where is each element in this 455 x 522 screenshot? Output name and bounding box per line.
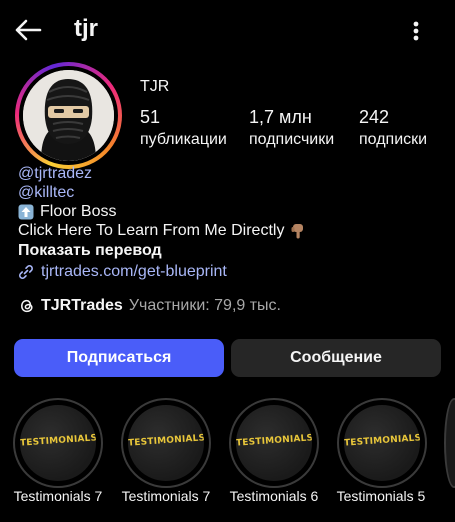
up-arrow-emoji-icon [18,204,34,220]
highlight-cover: TESTIMONIALS [344,405,420,481]
highlight-item[interactable]: TESTIMONIALS [229,398,319,488]
highlight-cover-text: TESTIMONIALS [236,433,312,449]
link-icon [19,265,33,279]
pointing-down-hand-icon [291,224,304,239]
stat-following-label[interactable]: подписки [359,131,427,149]
stat-followers-label[interactable]: подписчики [249,131,334,149]
highlight-item[interactable]: TESTIMONIALS [121,398,211,488]
kebab-menu-icon[interactable] [404,16,428,46]
highlight-cover-text: TESTIMONIALS [344,433,420,449]
highlight-label[interactable]: Testimonials 6 [222,488,326,504]
bio-line-2: Click Here To Learn From Me Directly [18,222,308,240]
arrow-left-icon[interactable] [12,14,44,46]
bio-mention-killtec[interactable]: @killtec [18,184,74,202]
bio-link-text[interactable]: tjrtrades.com/get-blueprint [41,263,227,281]
bio-line-1: Floor Boss [18,203,116,221]
bio-external-link[interactable]: tjrtrades.com/get-blueprint [18,263,227,281]
follow-button[interactable]: Подписаться [14,339,224,377]
avatar-ninja-image [23,70,114,161]
highlight-item[interactable]: TESTIMONIALS [337,398,427,488]
highlight-item[interactable]: TESTIMONIALS [13,398,103,488]
avatar-border [19,66,118,165]
show-translation-link[interactable]: Показать перевод [18,242,162,260]
avatar[interactable] [15,62,122,169]
highlight-item-partial[interactable] [444,398,455,488]
highlight-cover-text: TESTIMONIALS [128,433,204,449]
bio-mention-tjrtradez[interactable]: @tjrtradez [18,165,92,183]
highlight-cover: TESTIMONIALS [128,405,204,481]
threads-name: TJRTrades [41,297,123,314]
highlight-label[interactable]: Testimonials 5 [329,488,433,504]
message-button[interactable]: Сообщение [231,339,441,377]
stat-followers-count[interactable]: 1,7 млн [249,107,312,128]
highlight-cover: TESTIMONIALS [20,405,96,481]
stat-posts-label[interactable]: публикации [140,131,227,149]
highlight-cover: TESTIMONIALS [236,405,312,481]
highlight-label[interactable]: Testimonials 7 [6,488,110,504]
highlight-label[interactable]: Testimonials 7 [114,488,218,504]
highlight-cover-text: TESTIMONIALS [20,433,96,449]
stat-posts-count[interactable]: 51 [140,107,160,128]
threads-members: Участники: 79,9 тыс. [128,297,281,314]
top-bar: tjr [0,0,455,62]
stat-following-count[interactable]: 242 [359,107,389,128]
bio-cta-text: Click Here To Learn From Me Directly [18,222,285,239]
threads-icon [21,299,33,313]
profile-username: tjr [74,15,98,42]
display-name: TJR [140,78,170,95]
bio-floor-boss: Floor Boss [40,203,117,220]
threads-badge[interactable]: TJRTrades Участники: 79,9 тыс. [18,297,281,315]
